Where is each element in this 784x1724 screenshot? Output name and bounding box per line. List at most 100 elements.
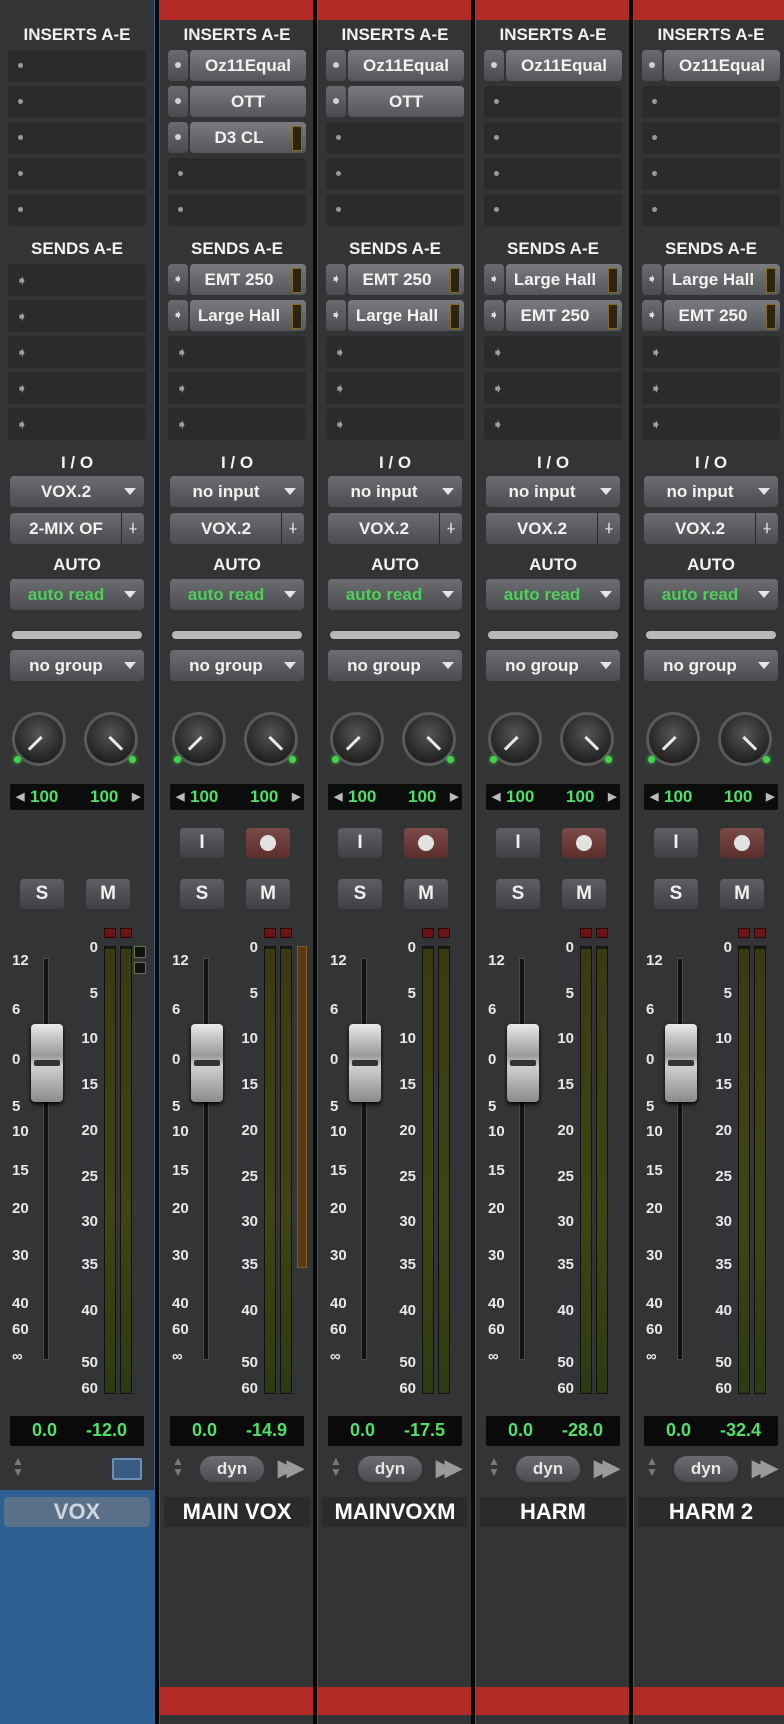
send-slot-empty[interactable]: ➧	[326, 372, 464, 404]
send-arrow-icon[interactable]: ➧	[326, 300, 346, 331]
insert-slot-empty[interactable]	[484, 86, 622, 118]
send-slot-empty[interactable]: ➧	[326, 336, 464, 368]
send-name[interactable]: Large Hall	[190, 300, 306, 331]
clip-indicator[interactable]	[422, 928, 434, 938]
clip-indicator[interactable]	[280, 928, 292, 938]
send-arrow-icon[interactable]: ➧	[168, 264, 188, 295]
volume-value[interactable]: 0.0	[32, 1420, 57, 1441]
group-selector[interactable]: no group	[10, 650, 144, 681]
pan-left-knob[interactable]	[12, 712, 66, 766]
pan-right-value[interactable]: 100	[408, 787, 436, 807]
automation-mode-selector[interactable]: auto read	[644, 579, 778, 610]
automation-mode-selector[interactable]: auto read	[170, 579, 304, 610]
insert-name[interactable]: Oz11Equal	[664, 50, 780, 81]
insert-name[interactable]: Oz11Equal	[348, 50, 464, 81]
track-color-bar[interactable]	[318, 0, 472, 20]
send-name[interactable]: Large Hall	[348, 300, 464, 331]
send-slot-empty[interactable]: ➧	[8, 300, 146, 332]
solo-button[interactable]: S	[338, 879, 382, 909]
send-slot-empty[interactable]: ➧	[168, 336, 306, 368]
pan-left-value[interactable]: 100	[190, 787, 218, 807]
group-selector[interactable]: no group	[486, 650, 620, 681]
up-down-arrows-icon[interactable]: ▲ ▼	[12, 1455, 24, 1478]
volume-value[interactable]: 0.0	[350, 1420, 375, 1441]
fast-forward-icon[interactable]: ▶▶	[436, 1455, 462, 1481]
track-color-bar[interactable]	[634, 0, 784, 20]
output-pin-icon[interactable]: ⍭	[121, 513, 144, 544]
pan-left-value[interactable]: 100	[30, 787, 58, 807]
automation-mode-selector[interactable]: auto read	[10, 579, 144, 610]
dyn-button[interactable]: dyn	[358, 1456, 422, 1482]
pan-left-arrow-icon[interactable]: ◀	[492, 790, 500, 803]
insert-slot-empty[interactable]	[326, 158, 464, 190]
pan-right-value[interactable]: 100	[90, 787, 118, 807]
track-color-bar[interactable]	[476, 0, 630, 20]
pan-right-value[interactable]: 100	[250, 787, 278, 807]
pan-left-knob[interactable]	[330, 712, 384, 766]
insert-slot[interactable]: Oz11Equal	[484, 50, 622, 81]
track-color-bar[interactable]	[160, 0, 314, 20]
record-arm-button[interactable]	[404, 828, 448, 858]
volume-fader[interactable]	[191, 1024, 223, 1102]
dyn-button[interactable]: dyn	[200, 1456, 264, 1482]
insert-power-icon[interactable]	[326, 50, 346, 81]
send-name[interactable]: Large Hall	[664, 264, 780, 295]
peak-value[interactable]: -12.0	[86, 1420, 127, 1441]
output-pin-icon[interactable]: ⍭	[439, 513, 462, 544]
pan-left-arrow-icon[interactable]: ◀	[650, 790, 658, 803]
input-monitor-button[interactable]: I	[496, 828, 540, 858]
volume-value[interactable]: 0.0	[666, 1420, 691, 1441]
pan-right-arrow-icon[interactable]: ▶	[292, 790, 300, 803]
send-name[interactable]: EMT 250	[506, 300, 622, 331]
pan-left-arrow-icon[interactable]: ◀	[176, 790, 184, 803]
pan-right-knob[interactable]	[84, 712, 138, 766]
pan-right-arrow-icon[interactable]: ▶	[450, 790, 458, 803]
output-selector[interactable]: VOX.2 ⍭	[486, 513, 620, 544]
volume-fader[interactable]	[665, 1024, 697, 1102]
track-color-bar-bottom[interactable]	[476, 1687, 630, 1715]
fast-forward-icon[interactable]: ▶▶	[278, 1455, 304, 1481]
pan-left-knob[interactable]	[488, 712, 542, 766]
input-selector[interactable]: no input	[328, 476, 462, 507]
volume-value[interactable]: 0.0	[192, 1420, 217, 1441]
pan-right-knob[interactable]	[402, 712, 456, 766]
solo-button[interactable]: S	[180, 879, 224, 909]
solo-button[interactable]: S	[496, 879, 540, 909]
insert-name[interactable]: D3 CL	[190, 122, 306, 153]
record-arm-button[interactable]	[720, 828, 764, 858]
output-selector[interactable]: VOX.2 ⍭	[328, 513, 462, 544]
output-pin-icon[interactable]: ⍭	[597, 513, 620, 544]
send-arrow-icon[interactable]: ➧	[484, 300, 504, 331]
track-color-bar-bottom[interactable]	[318, 1687, 472, 1715]
insert-power-icon[interactable]	[326, 86, 346, 117]
track-name[interactable]: MAINVOXM	[322, 1497, 468, 1527]
send-slot-empty[interactable]: ➧	[484, 336, 622, 368]
output-pin-icon[interactable]: ⍭	[755, 513, 778, 544]
insert-slot-empty[interactable]	[8, 122, 146, 154]
up-down-arrows-icon[interactable]: ▲ ▼	[172, 1455, 184, 1478]
insert-slot-empty[interactable]	[642, 122, 780, 154]
mute-button[interactable]: M	[720, 879, 764, 909]
input-monitor-button[interactable]: I	[654, 828, 698, 858]
insert-slot-empty[interactable]	[168, 158, 306, 190]
folder-icon[interactable]	[112, 1458, 142, 1480]
send-arrow-icon[interactable]: ➧	[326, 264, 346, 295]
group-selector[interactable]: no group	[170, 650, 304, 681]
insert-slot-empty[interactable]	[642, 194, 780, 226]
send-slot[interactable]: ➧ Large Hall	[168, 300, 306, 331]
insert-slot[interactable]: OTT	[326, 86, 464, 117]
insert-name[interactable]: OTT	[348, 86, 464, 117]
insert-slot[interactable]: D3 CL	[168, 122, 306, 153]
clip-indicator[interactable]	[264, 928, 276, 938]
track-name[interactable]: VOX	[4, 1497, 150, 1527]
send-slot[interactable]: ➧ EMT 250	[484, 300, 622, 331]
up-down-arrows-icon[interactable]: ▲ ▼	[488, 1455, 500, 1478]
send-slot[interactable]: ➧ EMT 250	[642, 300, 780, 331]
insert-slot-empty[interactable]	[8, 158, 146, 190]
clip-indicator[interactable]	[596, 928, 608, 938]
insert-name[interactable]: OTT	[190, 86, 306, 117]
pan-right-arrow-icon[interactable]: ▶	[608, 790, 616, 803]
track-name[interactable]: HARM	[480, 1497, 626, 1527]
insert-slot-empty[interactable]	[326, 122, 464, 154]
insert-slot-empty[interactable]	[8, 86, 146, 118]
